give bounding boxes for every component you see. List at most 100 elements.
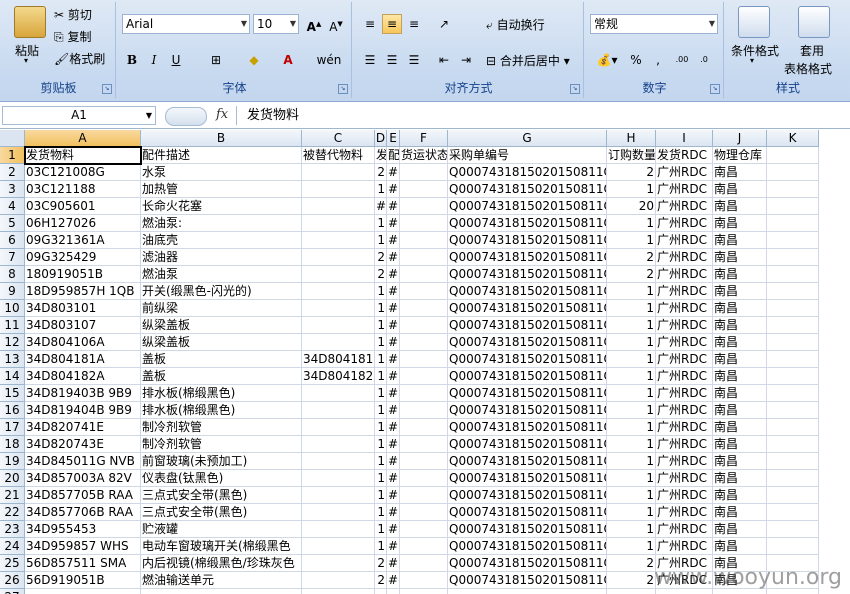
table-cell[interactable]: 1: [375, 487, 387, 504]
table-cell[interactable]: [767, 283, 819, 300]
table-cell[interactable]: 34D803107: [25, 317, 141, 334]
table-cell[interactable]: [400, 470, 448, 487]
table-cell[interactable]: 34D959857 WHS: [25, 538, 141, 555]
row-header[interactable]: 8: [0, 266, 25, 283]
percent-button[interactable]: %: [626, 50, 646, 70]
table-cell[interactable]: 物理仓库: [713, 147, 767, 164]
row-header[interactable]: 13: [0, 351, 25, 368]
column-header-k[interactable]: K: [767, 130, 819, 147]
table-cell[interactable]: #: [387, 453, 400, 470]
borders-icon[interactable]: ⊞: [206, 50, 226, 70]
orientation-icon[interactable]: ↗: [434, 14, 454, 34]
table-cell[interactable]: [400, 453, 448, 470]
table-cell[interactable]: 1: [607, 351, 656, 368]
table-cell[interactable]: 1: [375, 334, 387, 351]
table-cell[interactable]: 广州RDC: [656, 385, 713, 402]
table-cell[interactable]: 34D819403B 9B9: [25, 385, 141, 402]
table-cell[interactable]: [400, 538, 448, 555]
table-cell[interactable]: [302, 249, 375, 266]
table-cell[interactable]: [400, 385, 448, 402]
table-cell[interactable]: [767, 232, 819, 249]
table-cell[interactable]: [400, 334, 448, 351]
table-cell[interactable]: 南昌: [713, 385, 767, 402]
table-cell[interactable]: 广州RDC: [656, 283, 713, 300]
table-cell[interactable]: [302, 317, 375, 334]
table-cell[interactable]: 长命火花塞: [141, 198, 302, 215]
table-cell[interactable]: 1: [607, 538, 656, 555]
table-cell[interactable]: 南昌: [713, 521, 767, 538]
table-cell[interactable]: 广州RDC: [656, 470, 713, 487]
table-cell[interactable]: 广州RDC: [656, 215, 713, 232]
table-cell[interactable]: [400, 351, 448, 368]
table-cell[interactable]: 前纵梁: [141, 300, 302, 317]
table-cell[interactable]: [400, 589, 448, 594]
table-cell[interactable]: 滤油器: [141, 249, 302, 266]
table-cell[interactable]: 广州RDC: [656, 249, 713, 266]
table-cell[interactable]: #: [387, 521, 400, 538]
table-cell[interactable]: [767, 470, 819, 487]
table-cell[interactable]: [767, 147, 819, 164]
table-cell[interactable]: [302, 266, 375, 283]
table-cell[interactable]: 南昌: [713, 504, 767, 521]
table-cell[interactable]: [302, 419, 375, 436]
table-cell[interactable]: #: [387, 232, 400, 249]
table-cell[interactable]: Q0007431815020150811O: [448, 283, 607, 300]
underline-icon[interactable]: U: [166, 50, 186, 70]
table-cell[interactable]: [400, 436, 448, 453]
table-cell[interactable]: 20: [607, 198, 656, 215]
table-cell[interactable]: 34D820743E: [25, 436, 141, 453]
table-cell[interactable]: 发货物料: [25, 147, 141, 164]
table-cell[interactable]: [302, 198, 375, 215]
table-cell[interactable]: 广州RDC: [656, 198, 713, 215]
table-cell[interactable]: 广州RDC: [656, 368, 713, 385]
table-cell[interactable]: 2: [607, 266, 656, 283]
table-cell[interactable]: 南昌: [713, 487, 767, 504]
table-cell[interactable]: 1: [607, 487, 656, 504]
table-cell[interactable]: 南昌: [713, 351, 767, 368]
increase-decimal-icon[interactable]: .00: [672, 50, 692, 70]
table-cell[interactable]: #: [387, 215, 400, 232]
conditional-format-button[interactable]: 条件格式: [731, 42, 779, 59]
phonetic-icon[interactable]: wén: [314, 50, 344, 70]
table-cell[interactable]: 广州RDC: [656, 504, 713, 521]
table-cell[interactable]: #: [387, 300, 400, 317]
table-cell[interactable]: 1: [607, 232, 656, 249]
name-box[interactable]: A1 ▼: [2, 106, 156, 125]
table-cell[interactable]: 广州RDC: [656, 521, 713, 538]
table-cell[interactable]: 2: [375, 164, 387, 181]
table-cell[interactable]: #: [387, 317, 400, 334]
table-cell[interactable]: [767, 181, 819, 198]
table-cell[interactable]: 南昌: [713, 317, 767, 334]
table-cell[interactable]: #: [387, 487, 400, 504]
table-cell[interactable]: [767, 385, 819, 402]
table-cell[interactable]: [400, 572, 448, 589]
table-cell[interactable]: 南昌: [713, 266, 767, 283]
table-cell[interactable]: 发: [375, 147, 387, 164]
wrap-text-button[interactable]: ⤶ 自动换行: [486, 16, 545, 33]
row-header[interactable]: 12: [0, 334, 25, 351]
table-cell[interactable]: [767, 198, 819, 215]
paste-icon[interactable]: [14, 6, 46, 38]
table-cell[interactable]: 货运状态: [400, 147, 448, 164]
table-cell[interactable]: 1: [375, 419, 387, 436]
table-cell[interactable]: 34D803101: [25, 300, 141, 317]
table-cell[interactable]: 广州RDC: [656, 351, 713, 368]
column-header-c[interactable]: C: [302, 130, 375, 147]
table-cell[interactable]: [302, 436, 375, 453]
table-cell[interactable]: 燃油泵:: [141, 215, 302, 232]
table-cell[interactable]: 1: [607, 470, 656, 487]
table-cell[interactable]: 广州RDC: [656, 487, 713, 504]
table-cell[interactable]: 广州RDC: [656, 300, 713, 317]
align-top-icon[interactable]: ≡: [360, 14, 380, 34]
table-cell[interactable]: 1: [607, 215, 656, 232]
font-name-combo[interactable]: Arial ▼: [122, 14, 250, 34]
table-cell[interactable]: [767, 504, 819, 521]
table-cell[interactable]: 三点式安全带(黑色): [141, 487, 302, 504]
table-cell[interactable]: #: [387, 538, 400, 555]
table-cell[interactable]: Q0007431815020150811O: [448, 436, 607, 453]
merge-center-button[interactable]: ⊟ 合并后居中 ▾: [486, 52, 570, 69]
column-header-i[interactable]: I: [656, 130, 713, 147]
font-launcher-icon[interactable]: ↘: [338, 84, 348, 94]
table-cell[interactable]: #: [387, 555, 400, 572]
table-cell[interactable]: 2: [375, 266, 387, 283]
